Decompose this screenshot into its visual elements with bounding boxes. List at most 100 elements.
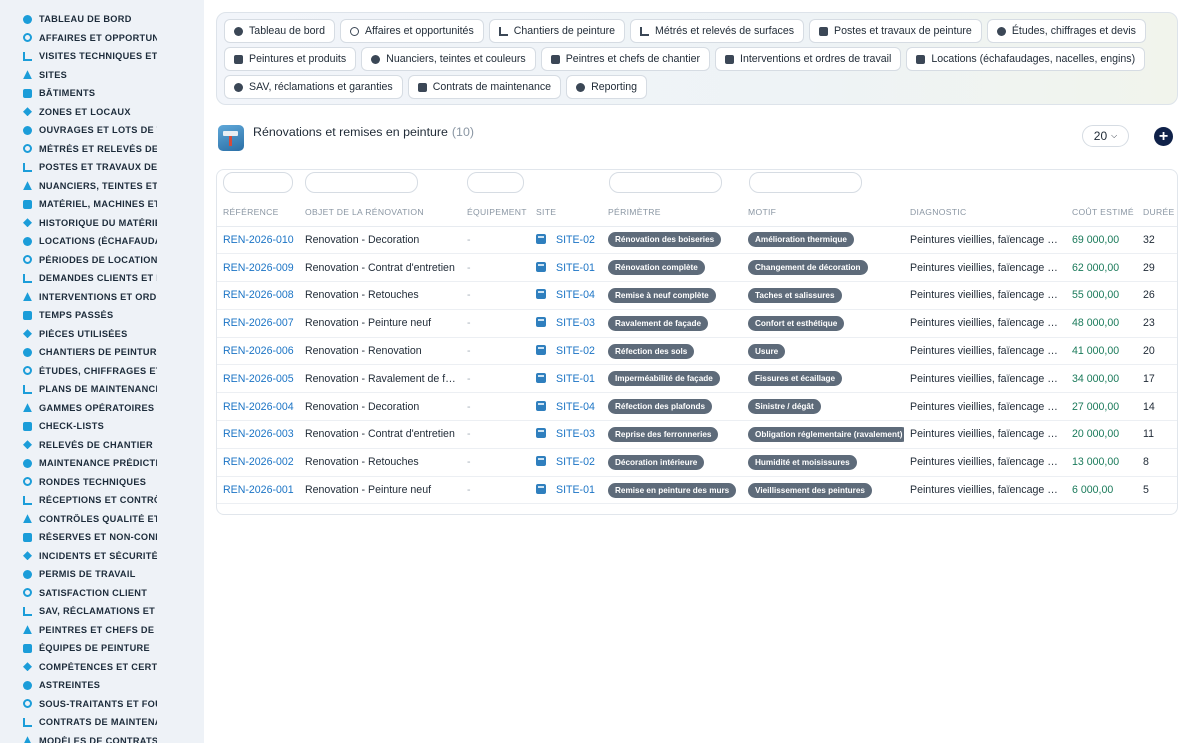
filter-reference-input[interactable] [223, 172, 293, 193]
sidebar-item[interactable]: TEMPS PASSÉS [0, 306, 157, 325]
sidebar-item[interactable]: CHECK-LISTS [0, 417, 157, 436]
site-link[interactable]: SITE-04 [556, 401, 595, 413]
module-tab[interactable]: Contrats de maintenance [407, 75, 562, 99]
module-tab[interactable]: SAV, réclamations et garanties [224, 75, 403, 99]
module-tab[interactable]: Peintures et produits [224, 47, 357, 71]
sidebar-item[interactable]: PÉRIODES DE LOCATION [0, 251, 157, 270]
column-header[interactable]: ÉQUIPEMENT [461, 198, 530, 227]
sidebar-item[interactable]: RÉSERVES ET NON-CONF [0, 528, 157, 547]
sidebar-item[interactable]: RÉCEPTIONS ET CONTRÔ [0, 491, 157, 510]
table-row[interactable]: REN-2026-002 Renovation - Retouches - SITE-… [217, 448, 1177, 477]
sidebar-item[interactable]: GAMMES OPÉRATOIRES [0, 399, 157, 418]
sidebar-item[interactable]: MÉTRÉS ET RELEVÉS DE [0, 140, 157, 159]
column-header[interactable]: PÉRIMÈTRE [602, 198, 742, 227]
reference-link[interactable]: REN-2026-005 [217, 364, 299, 394]
sidebar-item[interactable]: RONDES TECHNIQUES [0, 473, 157, 492]
sidebar-item[interactable]: SOUS-TRAITANTS ET FOU [0, 695, 157, 714]
filter-perimetre-input[interactable] [609, 172, 722, 193]
module-tab[interactable]: Locations (échafaudages, nacelles, engin… [906, 47, 1146, 71]
reference-link[interactable]: REN-2026-003 [217, 420, 299, 449]
table-row[interactable]: REN-2026-004 Renovation - Decoration - SITE… [217, 392, 1177, 422]
filter-motif-input[interactable] [749, 172, 862, 193]
sidebar-item[interactable]: AFFAIRES ET OPPORTUN [0, 29, 157, 48]
sidebar-item[interactable]: SITES [0, 66, 157, 85]
sidebar-item[interactable]: SAV, RÉCLAMATIONS ET [0, 602, 157, 621]
sidebar-item[interactable]: TABLEAU DE BORD [0, 10, 157, 29]
module-tab[interactable]: Nuanciers, teintes et couleurs [361, 47, 536, 71]
table-row[interactable]: REN-2026-003 Renovation - Contrat d'entre… [217, 420, 1177, 449]
reference-link[interactable]: REN-2026-009 [217, 253, 299, 283]
column-header[interactable]: DURÉE [1137, 198, 1177, 227]
filter-equipement-input[interactable] [467, 172, 524, 193]
reference-link[interactable]: REN-2026-006 [217, 337, 299, 366]
reference-link[interactable]: REN-2026-004 [217, 392, 299, 422]
module-tab[interactable]: Postes et travaux de peinture [809, 19, 982, 43]
sidebar-item[interactable]: INCIDENTS ET SÉCURITÉ [0, 547, 157, 566]
table-row[interactable]: REN-2026-009 Renovation - Contrat d'entre… [217, 253, 1177, 283]
site-link[interactable]: SITE-03 [556, 317, 595, 329]
sidebar-item[interactable]: ÉTUDES, CHIFFRAGES ET [0, 362, 157, 381]
column-header[interactable]: RÉFÉRENCE [217, 198, 299, 227]
module-tab[interactable]: Chantiers de peinture [488, 19, 626, 43]
column-header[interactable]: DIAGNOSTIC [904, 198, 1066, 227]
sidebar-item[interactable]: MODÈLES DE CONTRATS [0, 732, 157, 743]
module-tab[interactable]: Métrés et relevés de surfaces [630, 19, 805, 43]
column-header[interactable]: SITE [530, 198, 602, 227]
table-row[interactable]: REN-2026-010 Renovation - Decoration - SITE… [217, 226, 1177, 255]
site-link[interactable]: SITE-02 [556, 345, 595, 357]
reference-link[interactable]: REN-2026-007 [217, 309, 299, 338]
sidebar-item[interactable]: CONTRATS DE MAINTENA [0, 713, 157, 732]
table-row[interactable]: REN-2026-007 Renovation - Peinture neuf - S… [217, 309, 1177, 338]
sidebar-item[interactable]: MATÉRIEL, MACHINES ET [0, 195, 157, 214]
sidebar-item[interactable]: OUVRAGES ET LOTS DE T [0, 121, 157, 140]
sidebar-item[interactable]: ZONES ET LOCAUX [0, 103, 157, 122]
sidebar-item[interactable]: PEINTRES ET CHEFS DE [0, 621, 157, 640]
sidebar-item[interactable]: PLANS DE MAINTENANCE [0, 380, 157, 399]
sidebar-item[interactable]: ÉQUIPES DE PEINTURE [0, 639, 157, 658]
filter-objet-input[interactable] [305, 172, 418, 193]
column-header[interactable]: MOTIF [742, 198, 904, 227]
module-tab[interactable]: Affaires et opportunités [339, 19, 484, 43]
table-row[interactable]: REN-2026-005 Renovation - Ravalement de f… [217, 364, 1177, 394]
sidebar-item[interactable]: CONTRÔLES QUALITÉ ET [0, 510, 157, 529]
sidebar-item[interactable]: HISTORIQUE DU MATÉRIE [0, 214, 157, 233]
site-link[interactable]: SITE-01 [556, 484, 595, 496]
sidebar-item[interactable]: ASTREINTES [0, 676, 157, 695]
table-row[interactable]: REN-2026-006 Renovation - Renovation - SITE… [217, 337, 1177, 366]
sidebar-item[interactable]: PERMIS DE TRAVAIL [0, 565, 157, 584]
sidebar-item[interactable]: LOCATIONS (ÉCHAFAUDA [0, 232, 157, 251]
column-header[interactable]: COÛT ESTIMÉ [1066, 198, 1137, 227]
sidebar-item[interactable]: DEMANDES CLIENTS ET I [0, 269, 157, 288]
reference-link[interactable]: REN-2026-010 [217, 226, 299, 255]
sidebar-item[interactable]: VISITES TECHNIQUES ET [0, 47, 157, 66]
column-header[interactable]: OBJET DE LA RÉNOVATION [299, 198, 461, 227]
sidebar-item[interactable]: BÂTIMENTS [0, 84, 157, 103]
site-link[interactable]: SITE-03 [556, 428, 595, 440]
page-size-select[interactable]: 20 ⌵ [1082, 125, 1129, 147]
sidebar-item[interactable]: RELEVÉS DE CHANTIER [0, 436, 157, 455]
sidebar-item[interactable]: COMPÉTENCES ET CERTI [0, 658, 157, 677]
reference-link[interactable]: REN-2026-008 [217, 281, 299, 310]
module-tab[interactable]: Tableau de bord [224, 19, 335, 43]
sidebar-item[interactable]: NUANCIERS, TEINTES ET [0, 177, 157, 196]
module-tab[interactable]: Peintres et chefs de chantier [540, 47, 710, 71]
module-tab[interactable]: Interventions et ordres de travail [715, 47, 902, 71]
site-link[interactable]: SITE-01 [556, 262, 595, 274]
site-link[interactable]: SITE-02 [556, 456, 595, 468]
add-record-button[interactable]: + [1154, 127, 1173, 146]
module-tab[interactable]: Reporting [566, 75, 647, 99]
sidebar-item[interactable]: PIÈCES UTILISÉES [0, 325, 157, 344]
site-link[interactable]: SITE-04 [556, 289, 595, 301]
sidebar-item[interactable]: MAINTENANCE PRÉDICTI [0, 454, 157, 473]
reference-link[interactable]: REN-2026-001 [217, 476, 299, 505]
sidebar-item[interactable]: POSTES ET TRAVAUX DE [0, 158, 157, 177]
site-link[interactable]: SITE-01 [556, 373, 595, 385]
reference-link[interactable]: REN-2026-002 [217, 448, 299, 477]
module-tab[interactable]: Études, chiffrages et devis [986, 19, 1146, 43]
sidebar-item[interactable]: CHANTIERS DE PEINTURI [0, 343, 157, 362]
site-link[interactable]: SITE-02 [556, 234, 595, 246]
table-row[interactable]: REN-2026-001 Renovation - Peinture neuf - S… [217, 476, 1177, 505]
sidebar-item[interactable]: INTERVENTIONS ET ORDI [0, 288, 157, 307]
table-row[interactable]: REN-2026-008 Renovation - Retouches - SITE-… [217, 281, 1177, 310]
sidebar-item[interactable]: SATISFACTION CLIENT [0, 584, 157, 603]
